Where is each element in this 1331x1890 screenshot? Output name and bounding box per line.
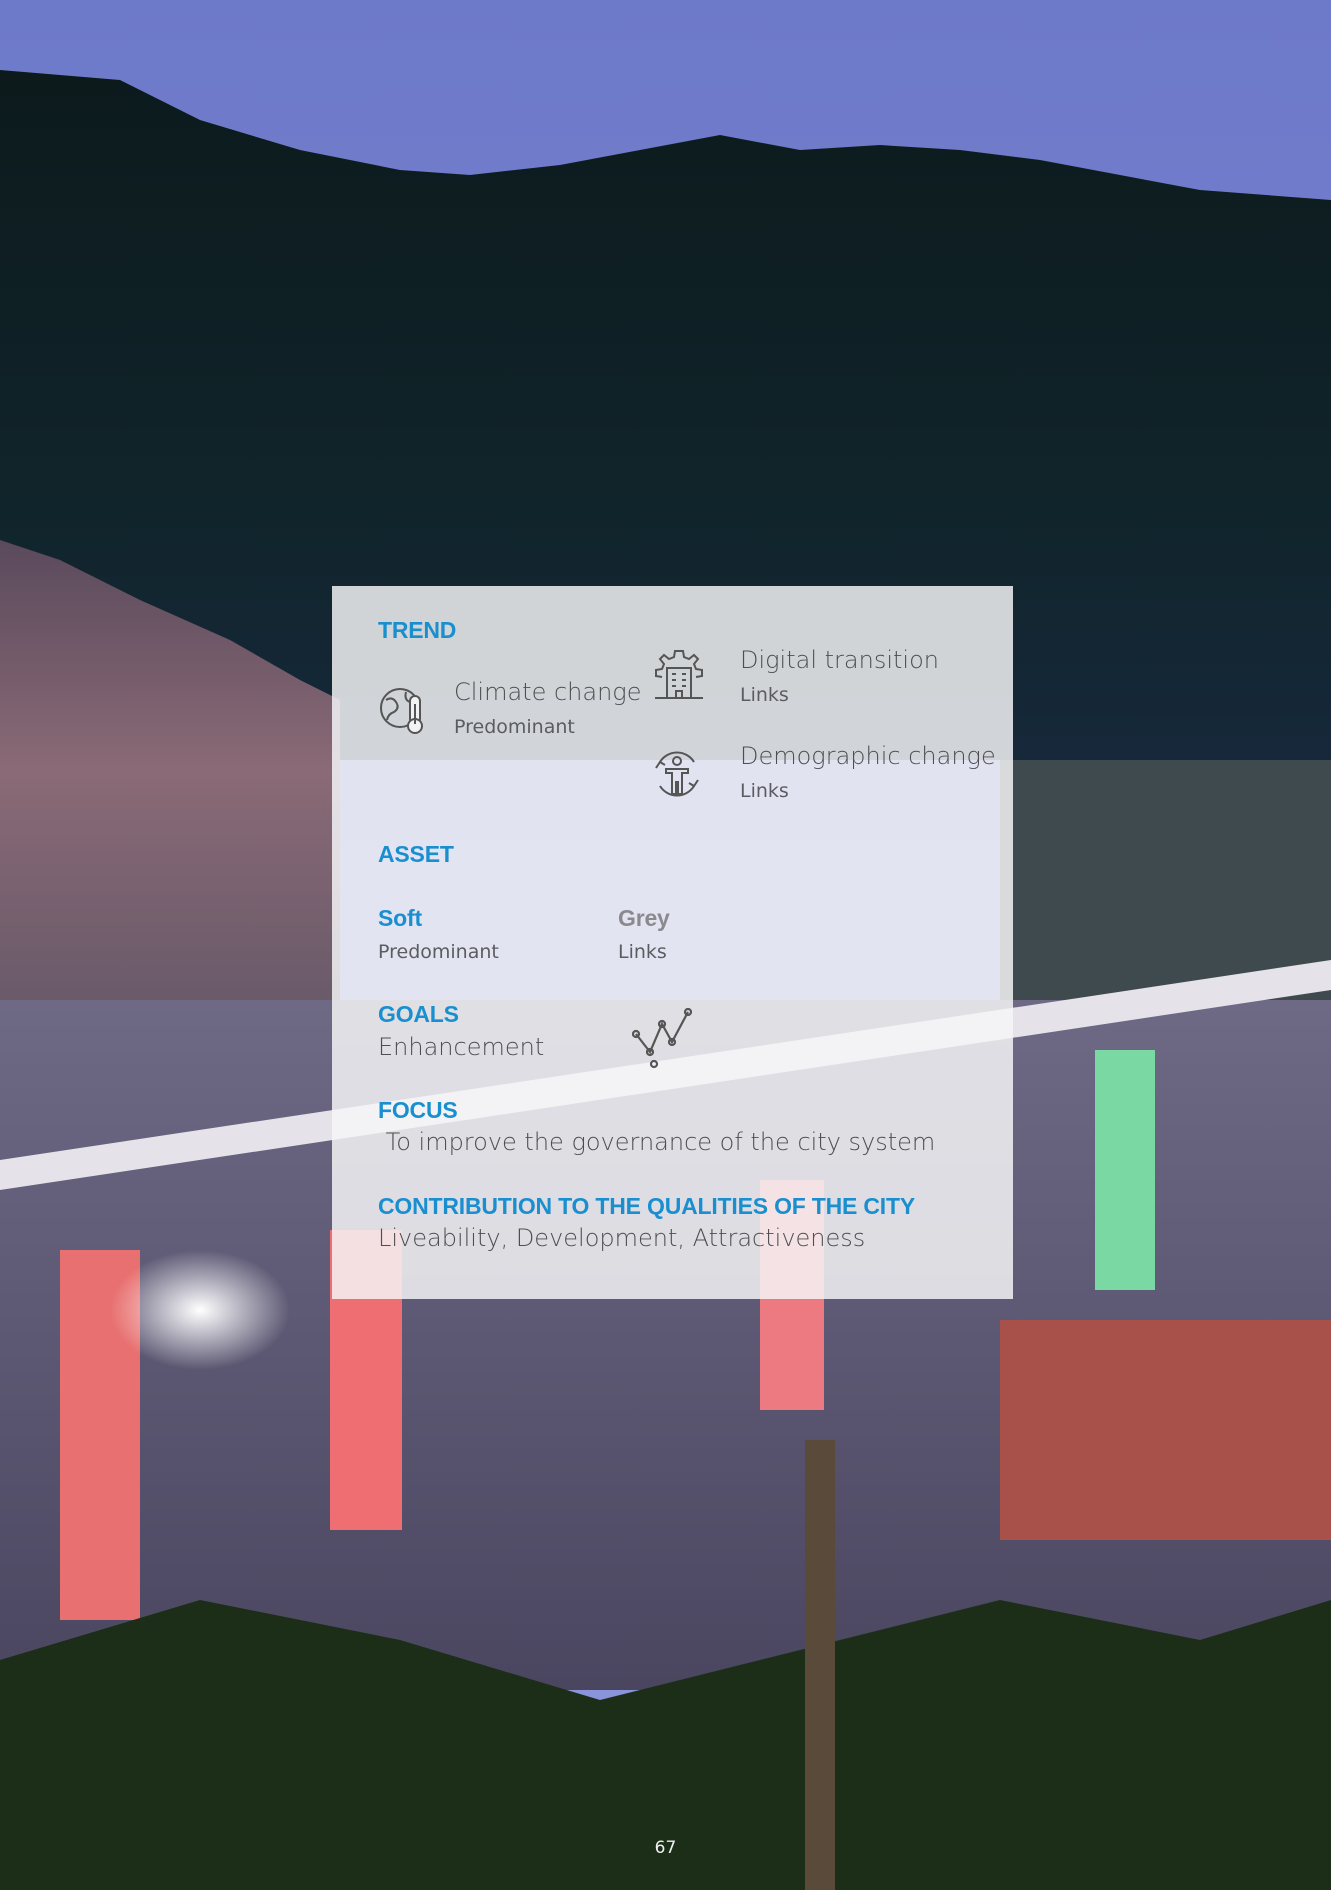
asset-heading: ASSET xyxy=(378,841,454,867)
trend-item-digital-title: Digital transition xyxy=(740,646,939,674)
contribution-value: Liveability, Development, Attractiveness xyxy=(378,1224,866,1252)
trend-line-chart-icon xyxy=(632,1004,694,1070)
trend-item-climate-level: Predominant xyxy=(454,716,575,738)
asset-soft-title: Soft xyxy=(378,905,422,931)
asset-grey-level: Links xyxy=(618,941,667,963)
digital-building-gear-icon xyxy=(652,648,706,702)
page-number: 67 xyxy=(654,1838,677,1858)
trend-item-climate-title: Climate change xyxy=(454,678,642,706)
focus-value: To improve the governance of the city sy… xyxy=(378,1128,936,1156)
trend-heading: TREND xyxy=(378,617,457,643)
asset-soft-level: Predominant xyxy=(378,941,499,963)
asset-grey-title: Grey xyxy=(618,905,670,931)
trend-item-demographic-level: Links xyxy=(740,780,789,802)
demographic-person-icon xyxy=(652,748,702,800)
goals-heading: GOALS xyxy=(378,1001,459,1027)
contribution-heading: CONTRIBUTION TO THE QUALITIES OF THE CIT… xyxy=(378,1193,915,1219)
trend-item-digital-level: Links xyxy=(740,684,789,706)
focus-heading: FOCUS xyxy=(378,1097,458,1123)
climate-thermometer-icon xyxy=(378,684,430,736)
goals-value: Enhancement xyxy=(378,1033,545,1061)
trend-item-demographic-title: Demographic change xyxy=(740,742,996,770)
